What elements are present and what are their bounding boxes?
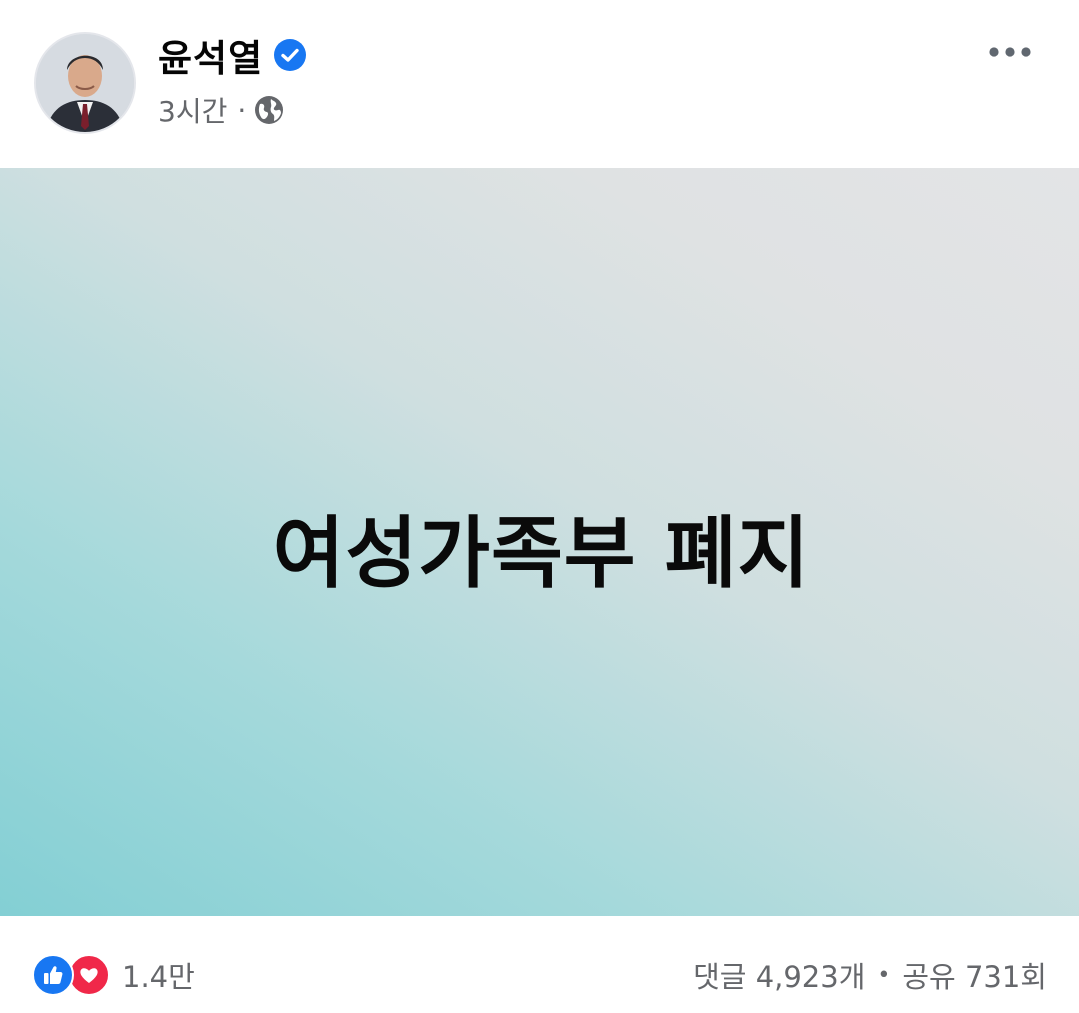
more-options-button[interactable] <box>982 34 1038 70</box>
stats-separator: • <box>877 962 891 988</box>
post-meta: 3시간 · <box>158 88 284 132</box>
post-text: 여성가족부 폐지 <box>272 509 811 599</box>
author-avatar[interactable] <box>34 32 136 134</box>
globe-icon[interactable] <box>254 95 284 125</box>
profile-photo <box>36 34 134 132</box>
like-icon <box>32 954 74 996</box>
facebook-post: 윤석열 3시간 · 여성가족부 폐지 1.4만 댓글 4,923개 • 공유 7… <box>0 0 1079 1013</box>
comments-count[interactable]: 댓글 4,923개 <box>693 954 865 996</box>
post-header: 윤석열 3시간 · <box>0 0 1079 168</box>
engagement-stats: 댓글 4,923개 • 공유 731회 <box>693 953 1047 997</box>
post-footer: 1.4만 댓글 4,923개 • 공유 731회 <box>0 916 1079 1013</box>
love-icon <box>68 954 110 996</box>
author-row: 윤석열 <box>158 30 307 80</box>
text-post-card[interactable]: 여성가족부 폐지 <box>0 168 1079 916</box>
meta-separator: · <box>237 93 247 127</box>
shares-count[interactable]: 공유 731회 <box>902 954 1047 996</box>
post-timestamp[interactable]: 3시간 <box>158 90 227 130</box>
reactions-summary[interactable]: 1.4만 <box>32 953 195 997</box>
more-options-icon <box>989 47 1031 57</box>
reaction-count: 1.4만 <box>122 960 195 994</box>
author-name[interactable]: 윤석열 <box>158 28 263 82</box>
verified-badge-icon <box>273 38 307 72</box>
